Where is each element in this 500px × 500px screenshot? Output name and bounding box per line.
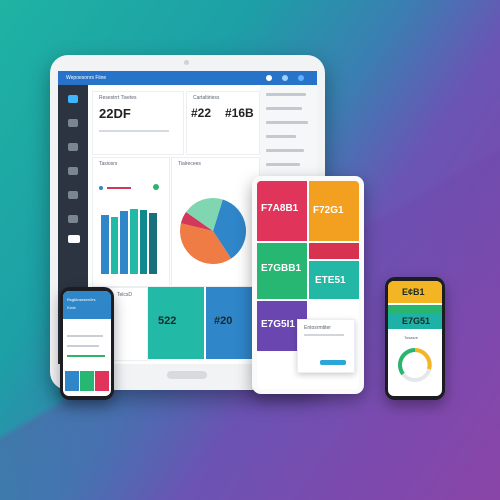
- tile-value: 522: [158, 315, 177, 327]
- tile-value: #20: [214, 315, 233, 327]
- gauge-arc-green: [398, 348, 416, 376]
- tile-value: F7A8B1: [261, 203, 299, 214]
- gauge-label: Tosasre: [404, 335, 419, 340]
- tile-value: E7GBB1: [261, 263, 302, 274]
- bar: [120, 210, 128, 274]
- popup-line: [304, 334, 344, 336]
- list-item[interactable]: [266, 93, 306, 96]
- left-phone-screen: Rsgblosesen/lrs Kiaie: [63, 291, 111, 396]
- bar: [110, 216, 119, 274]
- phone-tile-green[interactable]: [388, 305, 442, 313]
- progress-line: [99, 130, 169, 132]
- list-item[interactable]: [266, 121, 308, 124]
- chart-icon[interactable]: [68, 143, 78, 151]
- tile-darkred[interactable]: [309, 243, 359, 259]
- pie-chart: [180, 198, 246, 264]
- stat-value: 22DF: [99, 106, 131, 121]
- tile-value: E¢B1: [402, 287, 425, 297]
- users-icon[interactable]: [68, 167, 78, 175]
- home-button[interactable]: [167, 371, 207, 379]
- pie-chart-card: Tialrecees: [171, 157, 260, 287]
- phone-subtitle: Kiaie: [67, 305, 76, 310]
- stat-card-2: Cartaltiriess #22 #16B: [186, 91, 260, 155]
- phone-line: [67, 335, 103, 337]
- popup-card: Entosrmtiter: [297, 319, 355, 373]
- topbar-dots[interactable]: [266, 75, 306, 81]
- list-item[interactable]: [266, 149, 304, 152]
- app-title: Wepoesonrs Fiine: [66, 75, 107, 81]
- phone-line: [67, 345, 99, 347]
- legend-dot: [99, 186, 103, 190]
- tile-red[interactable]: F7A8B1: [257, 181, 307, 241]
- stat-card-1: Resestrrt Tisetes 22DF: [92, 91, 184, 155]
- legend-icon: [153, 184, 159, 190]
- tile-value: E7G51: [402, 316, 431, 326]
- settings-icon[interactable]: [282, 75, 288, 81]
- right-panel: [260, 85, 317, 185]
- phone-line: [67, 355, 105, 357]
- card-title: Tialrecees: [178, 161, 201, 167]
- top-bar: Wepoesonrs Fiine: [58, 71, 317, 85]
- bar: [101, 214, 109, 274]
- phone-title: Rsgblosesen/lrs: [67, 297, 96, 302]
- tile-value: ETE51: [315, 275, 346, 286]
- popup-title: Entosrmtiter: [304, 325, 331, 331]
- list-item[interactable]: [266, 107, 302, 110]
- tile-green[interactable]: E7GBB1: [257, 243, 307, 299]
- calendar-icon[interactable]: [68, 191, 78, 199]
- tile-value: E7G5I1: [261, 319, 295, 330]
- list-item[interactable]: [266, 135, 296, 138]
- home-icon[interactable]: [68, 95, 78, 103]
- phone-tile-green[interactable]: [80, 371, 94, 391]
- second-tablet: F7A8B1 F72G1 E7GBB1 ETE51 E7G5I1 Entosrm…: [252, 176, 364, 394]
- stat-value-b: #16B: [225, 106, 254, 120]
- gauge-arc-yellow: [414, 348, 432, 370]
- settings-icon[interactable]: [68, 215, 78, 223]
- stat-label: Resestrrt Tisetes: [99, 95, 137, 101]
- phone-header: Rsgblosesen/lrs Kiaie: [63, 291, 111, 319]
- bar: [149, 212, 157, 274]
- left-phone: Rsgblosesen/lrs Kiaie: [60, 287, 114, 400]
- phone-tile-blue[interactable]: [65, 371, 79, 391]
- popup-button[interactable]: [320, 360, 346, 365]
- bar: [130, 208, 138, 274]
- card-title: Tasiosrs: [99, 161, 118, 167]
- tile-orange[interactable]: F72G1: [309, 181, 359, 241]
- bar-chart-card: Tasiosrs: [92, 157, 170, 287]
- bar-chart: [101, 208, 159, 274]
- right-phone: E¢B1 E7G51 Tosasre: [385, 277, 445, 400]
- tile-teal[interactable]: ETE51: [309, 261, 359, 299]
- legend: [99, 186, 139, 190]
- gauge-chart: [398, 348, 432, 382]
- stat-label: Cartaltiriess: [193, 95, 220, 101]
- metric-tile-teal[interactable]: 522: [148, 287, 204, 359]
- second-tablet-screen: F7A8B1 F72G1 E7GBB1 ETE51 E7G5I1 Entosrm…: [257, 181, 359, 389]
- phone-tile-yellow[interactable]: E¢B1: [388, 281, 442, 303]
- card-title: TelcsD: [117, 292, 133, 298]
- toggle-icon[interactable]: [68, 235, 80, 243]
- legend-line: [107, 187, 131, 189]
- phone-tile-red[interactable]: [95, 371, 109, 391]
- list-item[interactable]: [266, 163, 300, 166]
- right-phone-screen: E¢B1 E7G51 Tosasre: [388, 281, 442, 396]
- tile-value: F72G1: [313, 205, 344, 216]
- dashboard-icon[interactable]: [68, 119, 78, 127]
- stat-value-a: #22: [191, 106, 212, 120]
- camera-dot: [184, 60, 189, 65]
- notification-icon[interactable]: [266, 75, 272, 81]
- bar: [139, 209, 148, 274]
- user-icon[interactable]: [298, 75, 304, 81]
- phone-tile-teal[interactable]: E7G51: [388, 313, 442, 329]
